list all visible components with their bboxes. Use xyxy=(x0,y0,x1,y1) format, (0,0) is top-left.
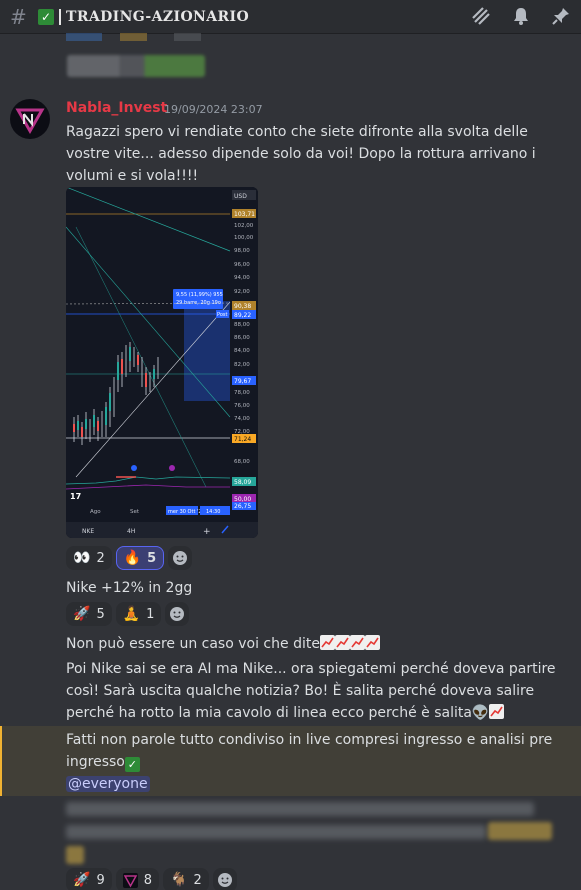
price-tag: 50,00 xyxy=(234,496,251,503)
svg-text:76,00: 76,00 xyxy=(234,403,250,409)
nabla-icon xyxy=(122,872,138,888)
divider xyxy=(59,8,61,25)
chart-up-icon xyxy=(364,635,380,650)
svg-text:88,00: 88,00 xyxy=(234,322,250,328)
add-reaction-icon[interactable] xyxy=(165,602,190,626)
reaction-nabla[interactable]: 8 xyxy=(115,868,159,890)
reaction-rocket[interactable]: 🚀 9 xyxy=(66,868,112,890)
svg-text:94,00: 94,00 xyxy=(234,275,250,281)
price-tag: 89,22 xyxy=(234,312,251,319)
price-tag: 58,09 xyxy=(234,479,251,486)
chart-up-icon xyxy=(489,704,505,719)
month-label: Set xyxy=(130,509,140,515)
add-reaction-icon[interactable] xyxy=(168,546,193,570)
avatar[interactable] xyxy=(10,99,50,139)
reaction-meditate[interactable]: 🧘 1 xyxy=(115,602,162,626)
month-label: Ago xyxy=(90,509,101,515)
svg-text:68,00: 68,00 xyxy=(234,459,250,465)
svg-text:84,00: 84,00 xyxy=(234,348,250,354)
message-line: Poi Nike sai se era AI ma Nike... ora sp… xyxy=(66,658,571,724)
svg-text:92,00: 92,00 xyxy=(234,289,250,295)
message-line: Fatti non parole tutto condiviso in live… xyxy=(66,729,571,795)
time-tag: 14:30 xyxy=(206,509,220,515)
svg-text:98,00: 98,00 xyxy=(234,248,250,254)
previous-reactions-fragment xyxy=(66,33,246,41)
svg-text:96,00: 96,00 xyxy=(234,262,250,268)
blurred-text xyxy=(67,55,205,77)
reaction-bar: 🚀 9 8 🐐 2 xyxy=(66,868,237,890)
svg-text:102,00: 102,00 xyxy=(234,223,254,229)
svg-text:72,00: 72,00 xyxy=(234,429,250,435)
message-line: Non può essere un caso voi che dite xyxy=(66,633,571,655)
channel-name: TRADING-AZIONARIO xyxy=(66,8,250,25)
price-tag: 79,67 xyxy=(234,378,251,385)
reaction-eyes[interactable]: 👀 2 xyxy=(66,546,112,570)
reaction-bar: 🚀 5 🧘 1 xyxy=(66,602,190,626)
chart-up-icon xyxy=(319,635,335,650)
bell-icon[interactable] xyxy=(509,4,533,28)
alien-icon: 👽 xyxy=(471,705,490,721)
message-text: Ragazzi spero vi rendiate conto che siet… xyxy=(66,124,536,184)
price-tag: 90,38 xyxy=(234,303,251,310)
plus-icon: + xyxy=(203,527,211,537)
message-timestamp: 19/09/2024 23:07 xyxy=(164,103,263,116)
reaction-bar: 👀 2 🔥 5 xyxy=(66,546,193,570)
blurred-emoji xyxy=(488,822,552,840)
svg-text:78,00: 78,00 xyxy=(234,390,250,396)
chart-image[interactable]: USD 9,55 (11,99%) 955 29 barre, 20g 19o xyxy=(66,187,258,538)
mention-everyone[interactable]: @everyone xyxy=(66,776,150,792)
reaction-fire[interactable]: 🔥 5 xyxy=(115,546,165,570)
svg-text:74,00: 74,00 xyxy=(234,416,250,422)
threads-icon[interactable] xyxy=(469,4,493,28)
svg-text:86,00: 86,00 xyxy=(234,335,250,341)
reaction-rocket[interactable]: 🚀 5 xyxy=(66,602,112,626)
channel-header: # ✓ TRADING-AZIONARIO xyxy=(0,0,581,34)
svg-text:82,00: 82,00 xyxy=(234,362,250,368)
chart-up-icon xyxy=(334,635,350,650)
add-reaction-icon[interactable] xyxy=(212,868,237,890)
chart-up-icon xyxy=(349,635,365,650)
check-mark-icon: ✓ xyxy=(38,8,54,25)
interval-label: 4H xyxy=(127,528,135,535)
hash-icon: # xyxy=(10,4,27,29)
author-name[interactable]: Nabla_Invest xyxy=(66,100,167,116)
measure-line-1: 9,55 (11,99%) 955 xyxy=(176,292,223,298)
pin-icon[interactable] xyxy=(549,4,573,28)
blurred-text xyxy=(66,825,486,839)
price-tag: 71,24 xyxy=(234,436,251,443)
message-text: Non può essere un caso voi che dite xyxy=(66,636,320,652)
check-mark-icon: ✓ xyxy=(124,757,140,772)
post-label: Post xyxy=(217,312,228,318)
date-tag: mer 30 Ott '24 xyxy=(168,509,205,515)
svg-text:100,00: 100,00 xyxy=(234,235,254,241)
currency-label: USD xyxy=(234,193,247,200)
tradingview-logo: 17 xyxy=(70,492,81,501)
price-tag: 26,75 xyxy=(234,503,251,510)
reaction-goat[interactable]: 🐐 2 xyxy=(163,868,209,890)
symbol-label: NKE xyxy=(82,528,94,535)
blurred-text xyxy=(66,802,534,816)
price-tag: 103,71 xyxy=(234,211,255,218)
blurred-emoji xyxy=(66,846,84,864)
message-text: Nike +12% in 2gg xyxy=(66,580,193,596)
